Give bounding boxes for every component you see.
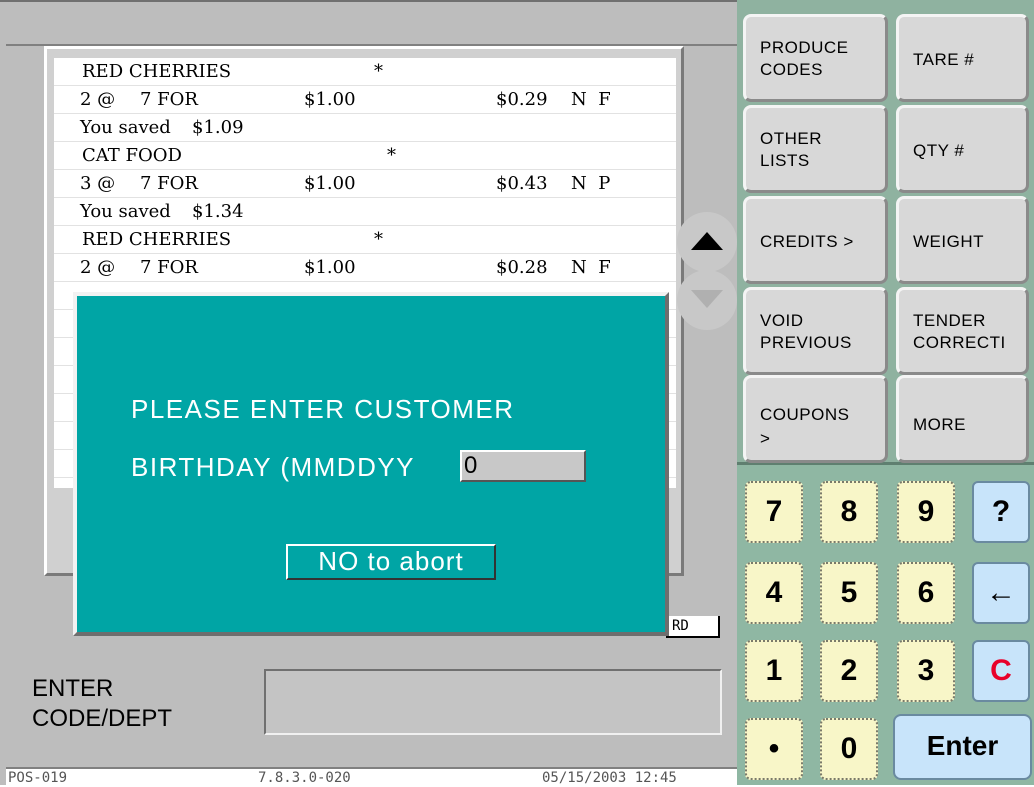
rd-tag: RD (666, 616, 720, 638)
key-8[interactable]: 8 (820, 481, 878, 543)
list-item: You saved $1.34 (54, 198, 676, 226)
key-3[interactable]: 3 (897, 640, 955, 702)
right-panel: PRODUCE CODES TARE # OTHER LISTS QTY # C… (737, 0, 1034, 785)
produce-codes-button[interactable]: PRODUCE CODES (743, 14, 888, 102)
backspace-key[interactable]: ← (972, 562, 1030, 624)
dialog-prompt-line1: PLEASE ENTER CUSTOMER (131, 394, 515, 424)
list-item: 2 @ 7 FOR $1.00 $0.29 N F (54, 86, 676, 114)
list-item: 3 @ 7 FOR $1.00 $0.43 N P (54, 170, 676, 198)
birthday-dialog: PLEASE ENTER CUSTOMER BIRTHDAY (MMDDYY 0… (73, 292, 669, 636)
list-item: You saved $1.09 (54, 114, 676, 142)
clear-key[interactable]: C (972, 640, 1030, 702)
enter-key[interactable]: Enter (893, 714, 1032, 780)
key-4[interactable]: 4 (745, 562, 803, 624)
entry-label: ENTER CODE/DEPT (32, 675, 173, 732)
list-item: RED CHERRIES * (54, 226, 676, 254)
qty-button[interactable]: QTY # (896, 105, 1029, 193)
weight-button[interactable]: WEIGHT (896, 196, 1029, 284)
scroll-down-button[interactable] (677, 270, 737, 330)
dialog-prompt-line2: BIRTHDAY (MMDDYY (131, 452, 416, 482)
function-keys: PRODUCE CODES TARE # OTHER LISTS QTY # C… (737, 0, 1034, 465)
birthday-input[interactable]: 0 (460, 450, 586, 482)
decimal-key[interactable]: • (745, 718, 803, 780)
status-bar: POS-019 7.8.3.0-020 05/15/2003 12:45 (6, 767, 737, 787)
list-item: CAT FOOD * (54, 142, 676, 170)
list-item: 2 @ 7 FOR $1.00 $0.28 N F (54, 254, 676, 282)
coupons-button[interactable]: COUPONS > (743, 375, 888, 463)
numeric-keypad: 7 8 9 ? 4 5 6 ← 1 2 3 C • 0 Enter (737, 468, 1034, 785)
version: 7.8.3.0-020 (258, 770, 351, 786)
key-6[interactable]: 6 (897, 562, 955, 624)
credits-button[interactable]: CREDITS > (743, 196, 888, 284)
key-1[interactable]: 1 (745, 640, 803, 702)
list-item: RED CHERRIES * (54, 58, 676, 86)
help-key[interactable]: ? (972, 481, 1030, 543)
arrow-down-icon (691, 290, 723, 308)
top-bar (6, 10, 737, 46)
code-dept-input[interactable] (264, 669, 722, 735)
key-5[interactable]: 5 (820, 562, 878, 624)
key-0[interactable]: 0 (820, 718, 878, 780)
scroll-up-button[interactable] (677, 212, 737, 272)
arrow-up-icon (691, 232, 723, 250)
other-lists-button[interactable]: OTHER LISTS (743, 105, 888, 193)
void-previous-button[interactable]: VOID PREVIOUS (743, 287, 888, 375)
more-button[interactable]: MORE (896, 375, 1029, 463)
tender-correction-button[interactable]: TENDER CORRECTI (896, 287, 1029, 375)
key-7[interactable]: 7 (745, 481, 803, 543)
terminal-id: POS-019 (8, 770, 68, 786)
datetime: 05/15/2003 12:45 (542, 770, 677, 786)
key-2[interactable]: 2 (820, 640, 878, 702)
key-9[interactable]: 9 (897, 481, 955, 543)
tare-button[interactable]: TARE # (896, 14, 1029, 102)
abort-button[interactable]: NO to abort (286, 544, 496, 580)
